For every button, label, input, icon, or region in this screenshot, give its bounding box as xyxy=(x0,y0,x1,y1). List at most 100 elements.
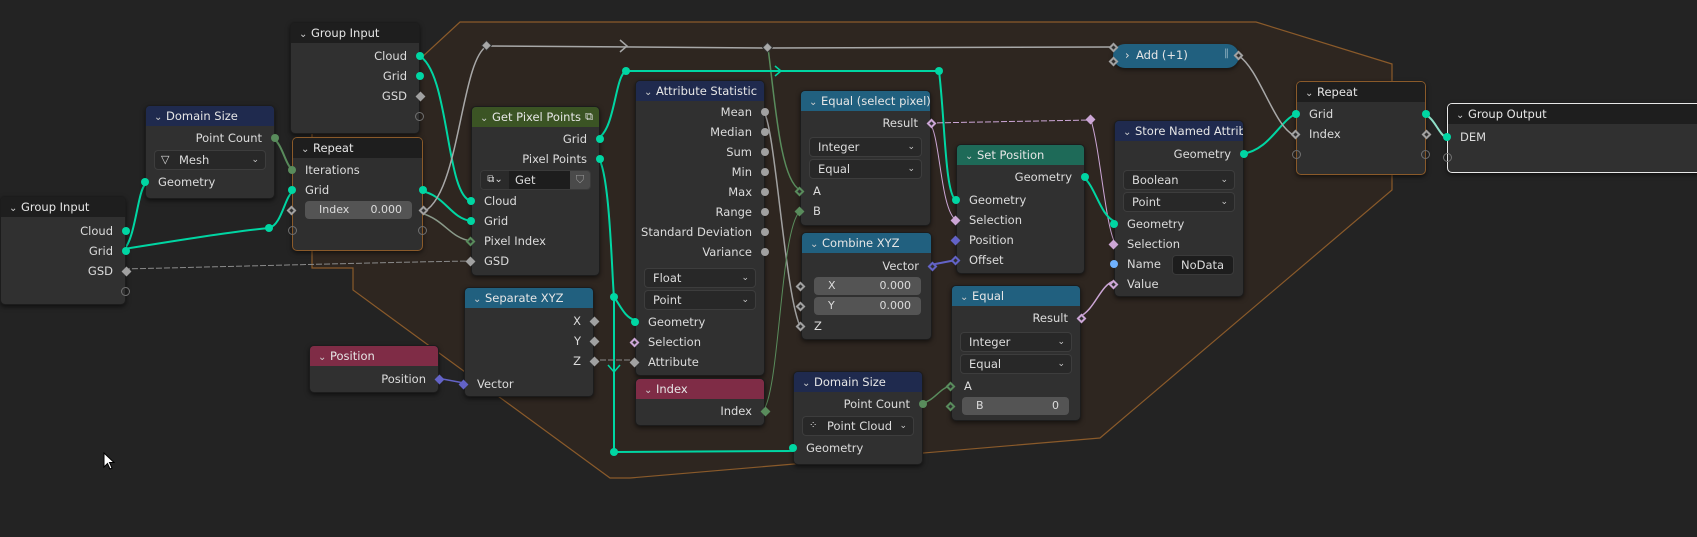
operation-dropdown[interactable]: Equal ⌄ xyxy=(960,354,1072,374)
node-repeat-input[interactable]: ⌄ Repeat Iterations Grid Index 0.000 xyxy=(286,137,429,251)
input-socket-selection[interactable] xyxy=(950,215,961,225)
output-socket-point-count[interactable] xyxy=(271,134,279,142)
input-socket-b[interactable] xyxy=(794,206,805,216)
output-socket-cloud[interactable] xyxy=(416,52,424,60)
output-socket-sum[interactable] xyxy=(761,148,769,156)
input-socket-dem[interactable] xyxy=(1443,133,1451,141)
data-type-dropdown[interactable]: Boolean ⌄ xyxy=(1123,170,1235,190)
output-socket-gsd[interactable] xyxy=(121,266,132,276)
chevron-down-icon[interactable]: ⌄ xyxy=(480,109,492,127)
output-socket-geometry[interactable] xyxy=(1240,150,1248,158)
domain-dropdown[interactable]: Point ⌄ xyxy=(644,290,756,310)
chevron-down-icon[interactable]: ⌄ xyxy=(154,108,166,126)
input-socket-b[interactable] xyxy=(945,401,956,411)
output-socket-range[interactable] xyxy=(761,208,769,216)
node-header[interactable]: ⌄ Combine XYZ xyxy=(802,233,931,253)
output-socket-grid[interactable] xyxy=(596,135,604,143)
input-socket-virtual[interactable] xyxy=(1292,149,1301,159)
chevron-down-icon[interactable]: ⌄ xyxy=(473,290,485,308)
chevron-down-icon[interactable]: ⌄ xyxy=(809,93,821,111)
output-socket-result[interactable] xyxy=(926,118,937,128)
b-field[interactable]: B0 xyxy=(962,397,1069,415)
node-combine-xyz[interactable]: ⌄ Combine XYZ Vector X 0.000 Y 0.000 Z xyxy=(795,232,938,340)
node-equal-select-pixel[interactable]: ⌄ Equal (select pixel) Result Integer ⌄ Eq… xyxy=(794,90,937,226)
input-socket-offset[interactable] xyxy=(950,255,961,265)
chevron-down-icon[interactable]: ⌄ xyxy=(802,374,814,392)
node-add-one-collapsed[interactable]: › Add (+1) ‖ xyxy=(1108,42,1244,68)
node-set-position[interactable]: ⌄ Set Position Geometry Geometry Selectio… xyxy=(950,144,1089,274)
input-socket-position[interactable] xyxy=(950,235,961,245)
chevron-down-icon[interactable]: ⌄ xyxy=(810,235,822,253)
node-header[interactable]: ⌄ Repeat xyxy=(1297,82,1425,102)
data-type-dropdown[interactable]: Float ⌄ xyxy=(644,268,756,288)
input-socket-geometry[interactable] xyxy=(789,444,797,452)
input-socket-b[interactable] xyxy=(1108,56,1119,67)
output-socket-index[interactable] xyxy=(418,205,429,215)
node-store-named-attribute[interactable]: ⌄Store Named Attrib... Geometry Boolean⌄… xyxy=(1108,120,1248,297)
node-tree-name[interactable]: Get Pixel... xyxy=(509,171,570,189)
input-socket-selection[interactable] xyxy=(1108,239,1119,249)
chevron-down-icon[interactable]: ⌄ xyxy=(644,381,656,399)
output-socket-grid[interactable] xyxy=(1422,110,1430,118)
output-socket-pixel-points[interactable] xyxy=(596,155,604,163)
input-socket-geometry[interactable] xyxy=(952,196,960,204)
input-socket-grid[interactable] xyxy=(288,186,296,194)
output-socket-y[interactable] xyxy=(589,336,600,346)
node-header[interactable]: ⌄ Repeat xyxy=(293,138,422,158)
chevron-down-icon[interactable]: ⌄ xyxy=(318,348,330,366)
node-group-input-top[interactable]: ⌄ Group Input Cloud Grid GSD xyxy=(290,22,426,134)
output-socket-x[interactable] xyxy=(589,316,600,326)
node-domain-size-point-cloud[interactable]: ⌄ Domain Size Point Count ⁘ Point Cloud ⌄ … xyxy=(789,371,927,465)
output-socket-grid[interactable] xyxy=(419,186,427,194)
output-socket-index[interactable] xyxy=(1421,129,1432,139)
domain-dropdown[interactable]: Point ⌄ xyxy=(1123,192,1235,212)
node-index[interactable]: ⌄ Index Index xyxy=(635,378,771,426)
node-header[interactable]: ⌄ Get Pixel Points ⧉ xyxy=(472,107,599,127)
x-field[interactable]: X 0.000 xyxy=(814,277,921,295)
chevron-down-icon[interactable]: ⌄ xyxy=(960,288,972,306)
input-socket-index[interactable] xyxy=(286,205,297,215)
chevron-right-icon[interactable]: › xyxy=(1125,48,1130,62)
output-socket-z[interactable] xyxy=(589,356,600,366)
output-socket-gsd[interactable] xyxy=(415,91,426,101)
output-socket-min[interactable] xyxy=(761,168,769,176)
output-socket-position[interactable] xyxy=(434,374,445,384)
node-position[interactable]: ⌄ Position Position xyxy=(309,345,445,393)
chevron-down-icon[interactable]: ⌄ xyxy=(301,140,313,158)
output-socket-max[interactable] xyxy=(761,188,769,196)
node-tree-browse-button[interactable]: ⧉⌄ xyxy=(481,171,509,189)
node-attribute-statistic[interactable]: ⌄ Attribute Statistic Mean Median Sum Min… xyxy=(629,80,769,376)
input-socket-a[interactable] xyxy=(945,381,956,391)
output-socket-virtual[interactable] xyxy=(121,286,130,296)
input-socket-grid[interactable] xyxy=(467,217,475,225)
input-socket-attribute[interactable] xyxy=(629,357,640,367)
node-header[interactable]: ⌄ Equal (select pixel) xyxy=(801,91,930,111)
node-group-output[interactable]: ⌄ Group Output DEM xyxy=(1443,103,1697,173)
input-socket-geometry[interactable] xyxy=(1110,220,1118,228)
input-socket-cloud[interactable] xyxy=(467,197,475,205)
chevron-down-icon[interactable]: ⌄ xyxy=(644,83,656,101)
node-group-input-main[interactable]: ⌄ Group Input Cloud Grid GSD xyxy=(0,196,132,305)
node-header[interactable]: ⌄ Attribute Statistic xyxy=(636,81,764,101)
node-header[interactable]: ⌄ Separate XYZ xyxy=(465,288,593,308)
node-separate-xyz[interactable]: ⌄ Separate XYZ X Y Z Vector xyxy=(458,287,600,397)
input-socket-y[interactable] xyxy=(795,301,806,311)
node-header[interactable]: ⌄ Position xyxy=(310,346,438,366)
node-get-pixel-points[interactable]: ⌄ Get Pixel Points ⧉ Grid Pixel Points ⧉⌄ … xyxy=(465,106,604,276)
input-socket-iterations[interactable] xyxy=(288,166,296,174)
output-socket-variance[interactable] xyxy=(761,248,769,256)
input-socket-a[interactable] xyxy=(794,186,805,196)
chevron-down-icon[interactable]: ⌄ xyxy=(9,199,21,217)
node-group-icon[interactable]: ⧉ xyxy=(585,107,593,127)
index-field[interactable]: Index 0.000 xyxy=(305,201,412,219)
input-socket-gsd[interactable] xyxy=(465,256,476,266)
input-socket-z[interactable] xyxy=(795,321,806,331)
input-socket-vector[interactable] xyxy=(458,379,469,389)
node-header[interactable]: ⌄ Group Input xyxy=(291,23,419,43)
output-socket-virtual[interactable] xyxy=(415,111,424,121)
output-socket-cloud[interactable] xyxy=(122,227,130,235)
input-socket-selection[interactable] xyxy=(629,337,640,347)
node-header[interactable]: ⌄ Set Position xyxy=(957,145,1084,165)
output-socket-result[interactable] xyxy=(1076,313,1087,323)
y-field[interactable]: Y 0.000 xyxy=(814,297,921,315)
